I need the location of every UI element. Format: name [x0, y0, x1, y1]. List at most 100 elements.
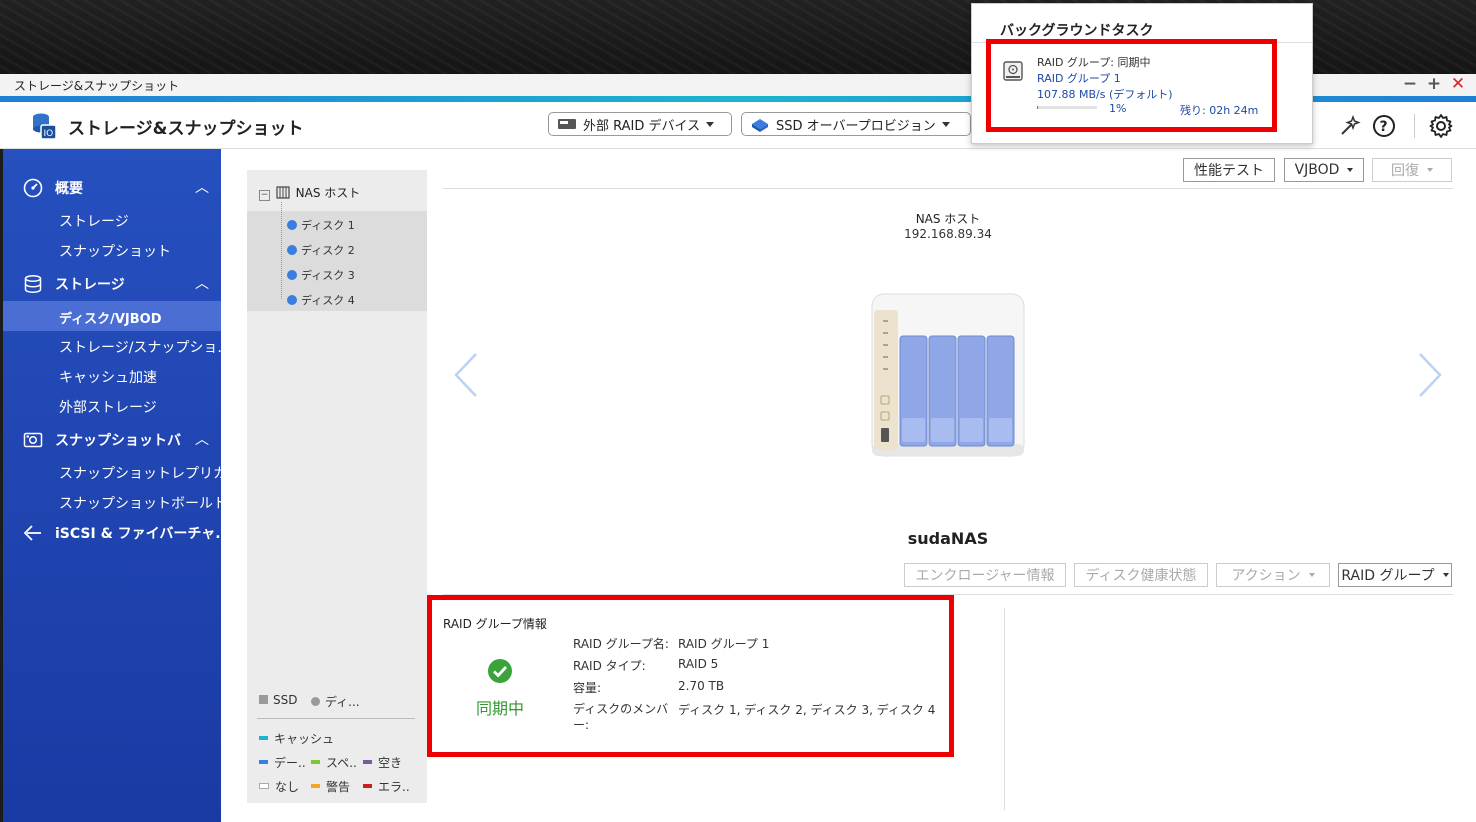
sidebar-section-overview[interactable]: 概要 ︿ — [3, 172, 221, 202]
sidebar-item-snapshot-vault[interactable]: スナップショットボールト — [3, 487, 227, 517]
help-icon[interactable]: ? — [1372, 114, 1396, 138]
capacity-value: 2.70 TB — [678, 679, 725, 693]
check-circle-icon — [488, 659, 512, 683]
chevron-down-icon — [1427, 168, 1433, 172]
sidebar-section-snapshot-backup[interactable]: スナップショットバ ︿ — [3, 424, 221, 454]
disk-status-dot — [287, 220, 297, 230]
legend-label: スペ.. — [326, 756, 357, 770]
window-title: ストレージ&スナップショット — [14, 79, 180, 93]
tree-disk-item[interactable]: ディスク 2 — [287, 242, 355, 258]
speedometer-icon — [23, 178, 43, 198]
raid-type-value: RAID 5 — [678, 657, 719, 671]
tree-disk-item[interactable]: ディスク 3 — [287, 267, 355, 283]
toolbar-divider — [443, 188, 1453, 189]
disk-swatch — [311, 697, 320, 706]
legend-none: なし — [259, 778, 299, 795]
sidebar-item-disk-vjbod[interactable]: ディスク/VJBOD — [3, 301, 221, 331]
chevron-right-icon[interactable] — [1416, 352, 1444, 398]
raid-group-dropdown[interactable]: RAID グループ — [1338, 563, 1452, 587]
tree-host-label: NAS ホスト — [295, 186, 361, 200]
sidebar-item-label: ディスク/VJBOD — [59, 312, 162, 327]
legend-spare: スペ.. — [311, 754, 357, 771]
sidebar-item-storage-overview[interactable]: ストレージ — [3, 205, 221, 235]
task-progress-bar — [1037, 106, 1097, 109]
sidebar-item-label: スナップショット — [59, 244, 171, 260]
performance-test-label: 性能テスト — [1194, 163, 1264, 179]
legend-label: なし — [275, 780, 300, 794]
tree-disk-item[interactable]: ディスク 4 — [287, 292, 355, 308]
header-divider — [1414, 114, 1415, 138]
sidebar-item-external-storage[interactable]: 外部ストレージ — [3, 391, 221, 421]
sidebar-section-label: iSCSI & ファイバーチャ.. — [55, 526, 226, 542]
background-task-item[interactable]: RAID グループ: 同期中 RAID グループ 1 107.88 MB/s (… — [986, 39, 1277, 132]
legend-free: 空き — [363, 754, 402, 771]
data-swatch — [259, 760, 268, 764]
storage-app-icon: IO — [33, 113, 57, 140]
sidebar-section-iscsi[interactable]: iSCSI & ファイバーチャ.. — [3, 517, 226, 547]
chevron-down-icon — [941, 121, 950, 127]
performance-test-button[interactable]: 性能テスト — [1183, 158, 1275, 182]
raid-group-label: RAID グループ — [1341, 568, 1435, 584]
restore-label: 回復 — [1391, 163, 1419, 179]
action-label: アクション — [1231, 568, 1301, 584]
device-tree-panel: − NAS ホスト ディスク 1 ディスク 2 ディスク 3 ディスク 4 SS… — [247, 170, 427, 803]
vjbod-label: VJBOD — [1294, 162, 1340, 178]
diagnostic-wand-icon[interactable] — [1338, 114, 1362, 138]
nas-device-image[interactable] — [866, 290, 1032, 460]
sidebar-item-snapshot-replica[interactable]: スナップショットレプリカ — [3, 457, 227, 487]
chevron-up-icon: ︿ — [195, 276, 209, 292]
background-task-title: バックグラウンドタスク — [1000, 23, 1154, 39]
sidebar-item-label: ストレージ/スナップショ.. — [59, 340, 227, 356]
disk-health-label: ディスク健康状態 — [1085, 568, 1197, 584]
enclosure-info-button[interactable]: エンクロージャー情報 — [904, 563, 1066, 587]
vjbod-dropdown[interactable]: VJBOD — [1284, 158, 1364, 182]
svg-text:?: ? — [1380, 119, 1388, 135]
task-name: RAID グループ 1 — [1037, 72, 1121, 85]
action-dropdown[interactable]: アクション — [1216, 563, 1330, 587]
sidebar-section-label: 概要 — [55, 181, 83, 197]
tree-host-node[interactable]: − NAS ホスト — [259, 184, 360, 201]
collapse-icon[interactable]: − — [259, 190, 270, 201]
tree-disk-item[interactable]: ディスク 1 — [287, 217, 355, 233]
sidebar-item-snapshot-overview[interactable]: スナップショット — [3, 235, 221, 265]
sidebar-item-storage-snapshot[interactable]: ストレージ/スナップショ.. — [3, 331, 226, 361]
legend-label: デー.. — [274, 756, 306, 770]
cache-swatch — [259, 736, 268, 740]
nas-hostname: sudaNAS — [907, 529, 989, 548]
maximize-button[interactable]: + — [1425, 74, 1443, 94]
chevron-down-icon — [1442, 573, 1449, 577]
tree-disk-label: ディスク 2 — [301, 244, 355, 257]
snapshot-icon — [23, 432, 43, 448]
chevron-up-icon: ︿ — [195, 432, 209, 448]
restore-dropdown[interactable]: 回復 — [1372, 158, 1452, 182]
minimize-button[interactable]: − — [1401, 74, 1419, 94]
sidebar-section-label: スナップショットバ — [55, 433, 181, 449]
ssd-overprovision-label: SSD オーバープロビジョン — [776, 118, 936, 134]
close-button[interactable]: ✕ — [1449, 74, 1467, 94]
chevron-left-icon[interactable] — [452, 352, 480, 398]
legend-divider — [257, 718, 415, 719]
legend-ssd: SSD — [259, 693, 297, 707]
raid-group-info-panel: RAID グループ情報 同期中 RAID グループ名: RAID グループ 1 … — [427, 595, 954, 757]
chevron-down-icon — [706, 121, 715, 127]
disk-health-button[interactable]: ディスク健康状態 — [1074, 563, 1208, 587]
tree-disk-label: ディスク 1 — [301, 219, 355, 232]
warning-swatch — [311, 784, 320, 788]
legend-label: 空き — [378, 756, 403, 770]
ssd-overprovision-button[interactable]: SSD オーバープロビジョン — [741, 112, 971, 136]
raid-name-value: RAID グループ 1 — [678, 637, 770, 651]
sidebar-section-storage[interactable]: ストレージ ︿ — [3, 268, 221, 298]
chevron-up-icon: ︿ — [195, 180, 209, 196]
task-percent: 1% — [1109, 102, 1127, 115]
external-raid-device-button[interactable]: 外部 RAID デバイス — [548, 112, 732, 136]
sidebar-item-cache-acceleration[interactable]: キャッシュ加速 — [3, 361, 221, 391]
legend-cache: キャッシュ — [259, 730, 334, 747]
settings-gear-icon[interactable] — [1428, 113, 1454, 139]
raid-device-icon — [558, 119, 576, 129]
none-swatch — [259, 783, 269, 789]
free-swatch — [363, 760, 372, 764]
sidebar-item-label: スナップショットボールト — [59, 496, 227, 512]
sidebar-section-label: ストレージ — [55, 277, 125, 293]
nas-host-title: NAS ホスト — [915, 212, 981, 226]
svg-text:IO: IO — [44, 129, 54, 139]
